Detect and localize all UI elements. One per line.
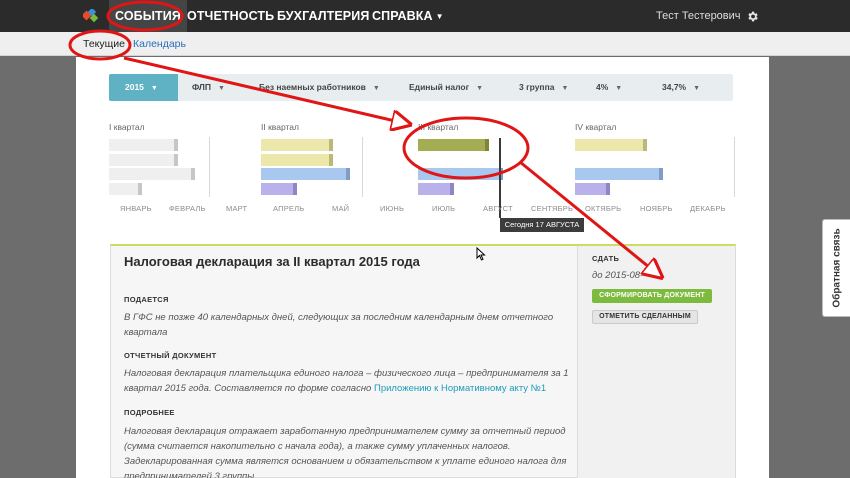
event-bar[interactable]	[575, 168, 663, 180]
logo-icon[interactable]	[83, 9, 99, 23]
sub-navbar: Текущие Календарь	[0, 32, 850, 56]
section-text: В ГФС не позже 40 календарных дней, след…	[124, 312, 554, 338]
chevron-down-icon: ▼	[150, 85, 158, 92]
filter-bar: 2015 ▼ ФЛП ▼ Без наемных работников ▼ Едины…	[109, 74, 733, 101]
timeline-divider	[734, 137, 735, 197]
feedback-label: Обратная связь	[831, 228, 842, 308]
filter-rate-label: 4%	[596, 82, 609, 92]
filter-entity[interactable]: ФЛП ▼	[192, 74, 225, 102]
filter-group-label: 3 группа	[519, 82, 555, 92]
nav-reports[interactable]: ОТЧЕТНОСТЬ	[187, 0, 274, 32]
month-label: ИЮЛЬ	[432, 204, 456, 213]
section-heading: ПОДАЕТСЯ	[124, 295, 169, 304]
quarter-label: II квартал	[261, 122, 299, 132]
nav-help-label: СПРАВКА	[372, 9, 433, 23]
event-title: Налоговая декларация за II квартал 2015 …	[124, 254, 420, 269]
filter-esv-label: 34,7%	[662, 82, 687, 92]
chevron-down-icon: ▼	[218, 85, 225, 92]
quarter-label: I квартал	[109, 122, 145, 132]
chevron-down-icon: ▼	[561, 85, 569, 92]
event-bar[interactable]	[261, 168, 350, 180]
timeline-divider	[209, 137, 210, 197]
nav-help[interactable]: СПРАВКА ▼	[372, 0, 444, 32]
filter-rate[interactable]: 4% ▼	[596, 74, 622, 102]
event-bar[interactable]	[109, 154, 178, 166]
event-bar[interactable]	[261, 183, 297, 195]
event-detail-card: Налоговая декларация за II квартал 2015 …	[110, 244, 736, 478]
filter-entity-label: ФЛП	[192, 82, 212, 92]
event-bar[interactable]	[418, 168, 503, 180]
filter-tax[interactable]: Единый налог ▼	[409, 74, 483, 102]
filter-esv[interactable]: 34,7% ▼	[662, 74, 700, 102]
event-bar[interactable]	[575, 139, 647, 151]
month-label: АПРЕЛЬ	[273, 204, 305, 213]
event-bar[interactable]	[418, 183, 454, 195]
section-heading: ОТЧЕТНЫЙ ДОКУМЕНТ	[124, 351, 217, 360]
chevron-down-icon: ▼	[476, 85, 484, 92]
event-bar[interactable]	[261, 154, 333, 166]
month-label: ЯНВАРЬ	[120, 204, 152, 213]
section-text: Налоговая декларация отражает заработанн…	[124, 426, 567, 478]
tab-calendar[interactable]: Календарь	[133, 38, 186, 50]
event-bar[interactable]	[109, 139, 178, 151]
month-label: НОЯБРЬ	[640, 204, 673, 213]
month-label: ФЕВРАЛЬ	[169, 204, 206, 213]
due-heading: СДАТЬ	[592, 254, 620, 263]
gear-icon[interactable]	[746, 10, 759, 23]
filter-group[interactable]: 3 группа ▼	[519, 74, 568, 102]
today-tooltip: Сегодня 17 АВГУСТА	[500, 218, 584, 232]
month-label: МАРТ	[226, 204, 248, 213]
month-label: ОКТЯБРЬ	[585, 204, 622, 213]
tab-current[interactable]: Текущие	[83, 38, 125, 50]
top-navbar: СОБЫТИЯ ОТЧЕТНОСТЬ БУХГАЛТЕРИЯ СПРАВКА ▼ …	[0, 0, 850, 32]
filter-employees-label: Без наемных работников	[259, 82, 366, 92]
event-bar[interactable]	[575, 183, 610, 195]
nav-events[interactable]: СОБЫТИЯ	[109, 0, 187, 32]
month-label: СЕНТЯБРЬ	[531, 204, 574, 213]
feedback-tab[interactable]: Обратная связь	[822, 219, 850, 317]
month-label: МАЙ	[332, 204, 350, 213]
chevron-down-icon: ▼	[615, 85, 623, 92]
event-bar[interactable]	[109, 168, 195, 180]
chevron-down-icon: ▼	[372, 85, 380, 92]
event-bar[interactable]	[109, 183, 142, 195]
chevron-down-icon: ▼	[693, 85, 701, 92]
mouse-pointer-icon	[476, 247, 486, 261]
section-text: Налоговая декларация плательщика единого…	[124, 366, 569, 396]
timeline-divider	[362, 137, 363, 197]
mark-done-button[interactable]: ОТМЕТИТЬ СДЕЛАННЫМ	[592, 310, 698, 324]
generate-document-button[interactable]: СФОРМИРОВАТЬ ДОКУМЕНТ	[592, 289, 712, 303]
section-heading: ПОДРОБНЕЕ	[124, 408, 175, 417]
quarter-label: III квартал	[418, 122, 459, 132]
filter-tax-label: Единый налог	[409, 82, 470, 92]
user-name[interactable]: Тест Тестерович	[656, 0, 741, 33]
nav-accounting[interactable]: БУХГАЛТЕРИЯ	[277, 0, 369, 32]
filter-year-label: 2015	[125, 82, 144, 92]
month-label: ДЕКАБРЬ	[690, 204, 726, 213]
card-sidebar: СДАТЬ до 2015-08- СФОРМИРОВАТЬ ДОКУМЕНТ …	[577, 246, 735, 478]
event-bar-selected[interactable]	[418, 139, 489, 151]
month-label: АВГУСТ	[483, 204, 513, 213]
month-label: ИЮНЬ	[380, 204, 405, 213]
filter-employees[interactable]: Без наемных работников ▼	[259, 74, 380, 102]
chevron-down-icon: ▼	[435, 12, 444, 21]
filter-year[interactable]: 2015 ▼	[109, 74, 178, 101]
appendix-link[interactable]: Приложению к Нормативному акту №1	[374, 383, 546, 394]
quarter-label: IV квартал	[575, 122, 617, 132]
event-bar[interactable]	[261, 139, 333, 151]
due-date: до 2015-08-	[592, 270, 644, 281]
